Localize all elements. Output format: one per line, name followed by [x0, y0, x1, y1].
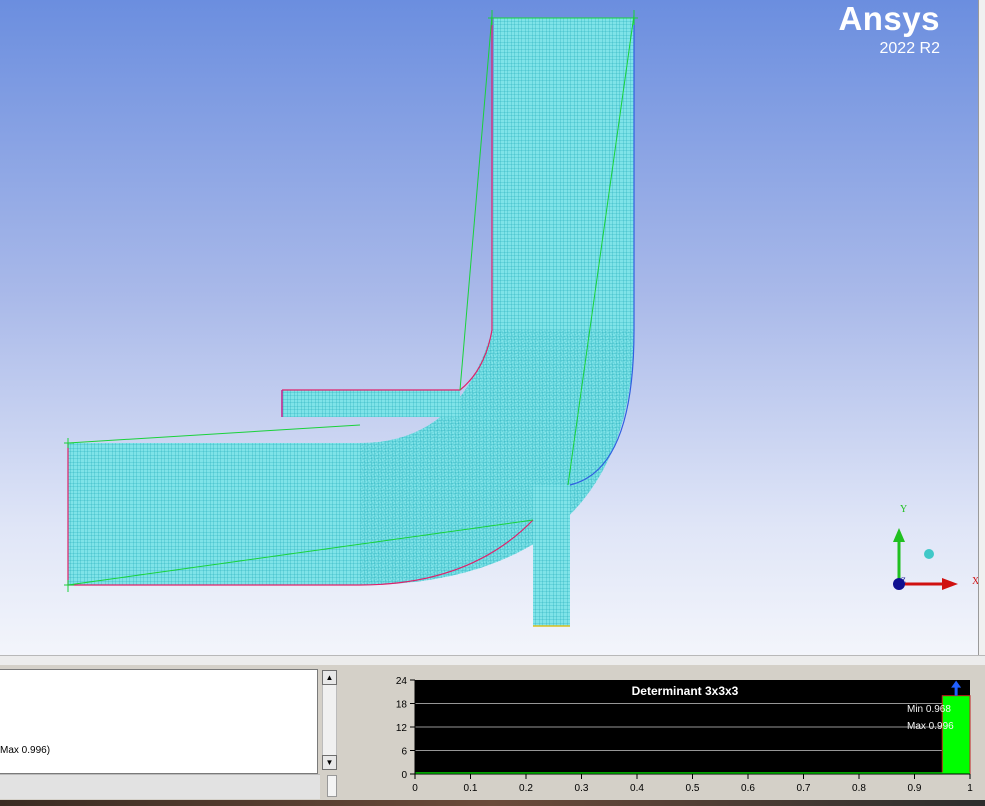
view-sphere-icon: [924, 549, 934, 559]
y-tick-label: 18: [396, 700, 408, 711]
min-annotation: Min 0.968: [907, 704, 951, 715]
x-tick-label: 0.8: [852, 783, 866, 794]
y-tick-label: 12: [396, 723, 408, 734]
x-tick-label: 0.7: [797, 783, 811, 794]
histogram-chart[interactable]: 0 6 12 18 24 0 0.1 0.2 0.3 0.4 0.5 0.6 0.7 0.8 0.9 1 D…: [345, 665, 985, 806]
console-panel: Max 0.996) ▲ ▼: [0, 665, 345, 806]
y-tick-label: 6: [401, 747, 407, 758]
y-tick-label: 0: [401, 770, 407, 781]
x-tick-label: 0.4: [630, 783, 644, 794]
x-tick-label: 0.2: [519, 783, 533, 794]
quality-histogram-panel: 0 6 12 18 24 0 0.1 0.2 0.3 0.4 0.5 0.6 0.7 0.8 0.9 1 D…: [345, 665, 985, 806]
y-axis-label: Y: [900, 504, 907, 515]
right-panel-edge: [978, 0, 985, 660]
scroll-up-button[interactable]: ▲: [322, 670, 337, 685]
y-axis-arrow-icon: [893, 528, 905, 542]
taskbar-edge: [0, 800, 985, 806]
x-tick-label: 0.5: [686, 783, 700, 794]
x-axis-arrow-icon: [942, 578, 958, 590]
x-tick-label: 0.6: [741, 783, 755, 794]
y-tick-label: 24: [396, 676, 408, 687]
console-lower-area: [0, 774, 320, 799]
z-axis-label: Z: [901, 576, 906, 585]
graphics-viewport[interactable]: Ansys 2022 R2 Y X Z: [0, 0, 978, 655]
x-tick-label: 0.3: [575, 783, 589, 794]
x-tick-label: 1: [967, 783, 973, 794]
x-tick-label: 0.9: [908, 783, 922, 794]
console-output[interactable]: Max 0.996): [0, 669, 318, 774]
axes-triad[interactable]: Y X Z: [880, 500, 978, 600]
x-tick-label: 0.1: [464, 783, 478, 794]
x-tick-label: 0: [412, 783, 418, 794]
ansys-logo-text: Ansys: [838, 0, 940, 37]
max-annotation: Max 0.996: [907, 721, 954, 732]
vertical-scroll-track[interactable]: [322, 685, 337, 755]
ansys-version-text: 2022 R2: [879, 40, 941, 57]
mesh-display: [64, 10, 638, 627]
resize-grip[interactable]: [327, 775, 337, 797]
chart-title: Determinant 3x3x3: [632, 684, 739, 698]
scroll-down-button[interactable]: ▼: [322, 755, 337, 770]
console-line: Max 0.996): [0, 745, 51, 756]
